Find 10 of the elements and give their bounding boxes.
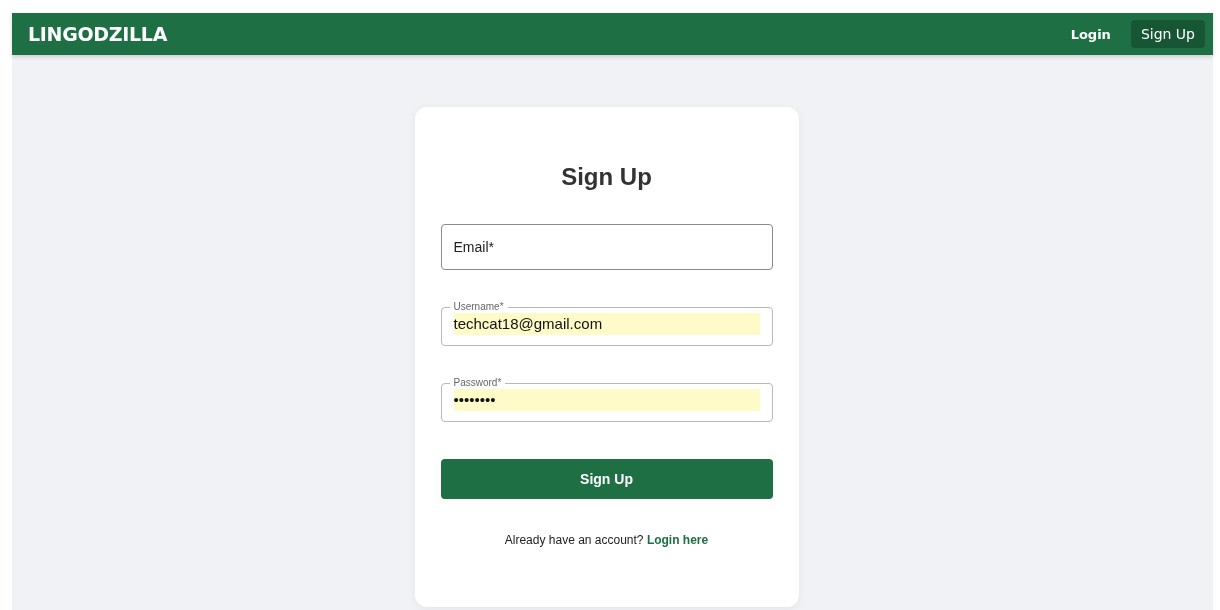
brand-logo[interactable]: LINGODZILLA xyxy=(28,23,168,45)
login-link[interactable]: Login here xyxy=(646,533,709,547)
sign-up-button[interactable]: Sign Up xyxy=(440,459,773,499)
nav-link[interactable]: Login xyxy=(1060,20,1121,48)
input-field[interactable]: Password* •••••••• xyxy=(440,377,773,422)
input-field[interactable]: Username* techcat18@gmail.com xyxy=(440,301,773,346)
input-field[interactable]: Email* xyxy=(440,224,773,270)
account-prompt: Already have an account? xyxy=(504,533,644,547)
form-title: Sign Up xyxy=(560,163,653,191)
nav-link[interactable]: Sign Up xyxy=(1130,20,1205,48)
